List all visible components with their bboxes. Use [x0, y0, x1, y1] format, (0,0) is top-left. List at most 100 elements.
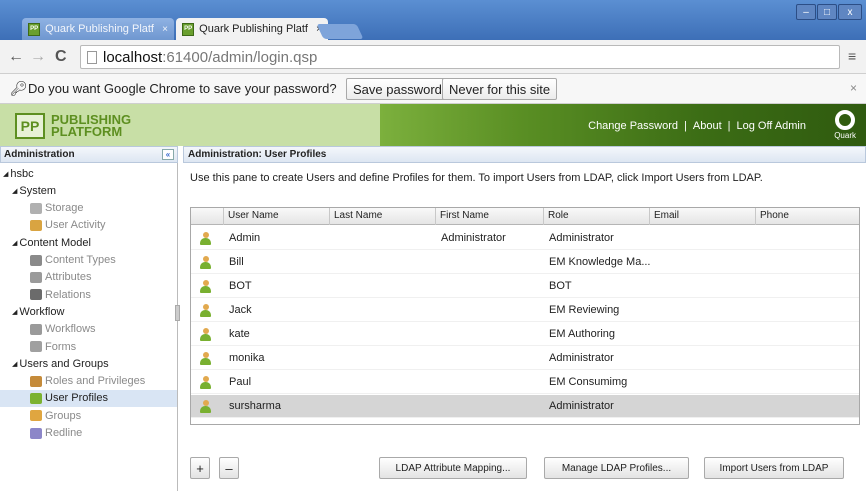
tree-item-user-profiles[interactable]: User Profiles [0, 389, 177, 407]
close-infobar-icon[interactable]: × [850, 81, 857, 95]
tree-item-content-model[interactable]: ◢ Content Model [0, 234, 177, 251]
close-tab-icon[interactable]: × [162, 24, 168, 35]
column-header-phone[interactable]: Phone [755, 208, 859, 225]
user-icon [200, 232, 211, 245]
log-off-link[interactable]: Log Off Admin [736, 120, 806, 132]
tree-item-label: System [19, 184, 57, 197]
tree-item-workflows[interactable]: Workflows [0, 321, 177, 338]
cell-user: Admin [229, 232, 261, 244]
cell-phone [757, 371, 861, 394]
cell-last [331, 227, 437, 250]
tree-item-label: Storage [45, 202, 84, 215]
column-header-email[interactable]: Email [649, 208, 755, 225]
menu-icon[interactable]: ≡ [848, 48, 856, 64]
new-tab-button[interactable] [316, 24, 364, 39]
tree-item-hsbc[interactable]: ◢ hsbc [0, 165, 177, 182]
roles-icon [30, 375, 42, 387]
forward-arrow-icon[interactable]: → [30, 48, 46, 66]
link-separator: | [727, 120, 731, 132]
close-window-button[interactable]: x [838, 4, 862, 20]
expand-arrow-icon[interactable]: ◢ [12, 308, 17, 316]
tree-item-users-and-groups[interactable]: ◢ Users and Groups [0, 355, 177, 372]
table-row[interactable]: kate EM Authoring [191, 323, 859, 346]
tree-item-attributes[interactable]: Attributes [0, 269, 177, 286]
cell-user: BOT [229, 280, 252, 292]
table-row[interactable]: sursharma Administrator [191, 395, 859, 418]
tab-title: Quark Publishing Platform [199, 23, 308, 35]
cell-last [331, 299, 437, 322]
column-header-role[interactable]: Role [543, 208, 649, 225]
back-arrow-icon[interactable]: ← [8, 48, 24, 66]
minimize-button[interactable]: – [796, 4, 816, 20]
tree-item-roles-and-privileges[interactable]: Roles and Privileges [0, 373, 177, 390]
column-header-first-name[interactable]: First Name [435, 208, 543, 225]
cell-last [331, 323, 437, 346]
column-header-user-name[interactable]: User Name [223, 208, 329, 225]
cell-phone [757, 395, 861, 418]
never-for-site-button[interactable]: Never for this site [442, 78, 558, 100]
tree-item-label: Workflows [45, 323, 96, 336]
cell-email [651, 251, 757, 274]
tab-favicon-icon: PP [28, 22, 41, 36]
remove-user-button[interactable]: – [219, 457, 239, 479]
ldap-attribute-mapping-button[interactable]: LDAP Attribute Mapping... [379, 457, 527, 479]
about-link[interactable]: About [693, 120, 722, 132]
collapse-panel-icon[interactable]: « [162, 149, 174, 160]
key-icon: 🔑︎ [10, 80, 28, 96]
tree-item-content-types[interactable]: Content Types [0, 252, 177, 269]
reload-icon[interactable]: C [55, 48, 67, 66]
cell-last [331, 371, 437, 394]
tree-item-storage[interactable]: Storage [0, 200, 177, 217]
tree-item-groups[interactable]: Groups [0, 407, 177, 424]
expand-arrow-icon[interactable]: ◢ [12, 239, 17, 247]
cell-first [437, 371, 545, 394]
table-row[interactable]: Jack EM Reviewing [191, 299, 859, 322]
storage-icon [30, 202, 42, 214]
user-icon [200, 400, 211, 413]
tree-item-redline[interactable]: Redline [0, 425, 177, 442]
user-activity-icon [30, 219, 42, 231]
tree-item-relations[interactable]: Relations [0, 286, 177, 303]
table-row[interactable]: BOT BOT [191, 275, 859, 298]
tree-item-label: User Profiles [45, 392, 108, 405]
user-icon [200, 280, 211, 293]
manage-ldap-profiles-button[interactable]: Manage LDAP Profiles... [544, 457, 689, 479]
tree-item-forms[interactable]: Forms [0, 338, 177, 355]
change-password-link[interactable]: Change Password [588, 120, 678, 132]
add-user-button[interactable]: + [190, 457, 210, 479]
column-header-last-name[interactable]: Last Name [329, 208, 435, 225]
save-password-button[interactable]: Save password [346, 78, 449, 100]
cell-user: Jack [229, 304, 252, 316]
cell-phone [757, 251, 861, 274]
relations-icon [30, 289, 42, 301]
cell-user: kate [229, 328, 250, 340]
cell-first [437, 251, 545, 274]
logo-line-2: PLATFORM [51, 124, 123, 139]
maximize-button[interactable]: □ [817, 4, 837, 20]
table-row[interactable]: Bill EM Knowledge Ma... [191, 251, 859, 274]
cell-last [331, 347, 437, 370]
cell-first [437, 323, 545, 346]
cell-user: Paul [229, 376, 252, 388]
expand-arrow-icon[interactable]: ◢ [12, 187, 17, 195]
tree-item-system[interactable]: ◢ System [0, 182, 177, 199]
address-bar[interactable]: localhost:61400/admin/login.qsp [80, 45, 840, 69]
cell-first [437, 299, 545, 322]
expand-arrow-icon[interactable]: ◢ [3, 170, 8, 178]
tree-item-user-activity[interactable]: User Activity [0, 217, 177, 234]
import-users-ldap-button[interactable]: Import Users from LDAP [704, 457, 844, 479]
browser-tab-2[interactable]: PP Quark Publishing Platform × [176, 18, 328, 40]
table-row[interactable]: Paul EM Consumimg [191, 371, 859, 394]
expand-arrow-icon[interactable]: ◢ [12, 360, 17, 368]
user-profiles-icon [30, 392, 42, 404]
cell-email [651, 323, 757, 346]
tab-favicon-icon: PP [182, 22, 195, 36]
cell-user: Bill [229, 256, 244, 268]
table-row[interactable]: monika Administrator [191, 347, 859, 370]
table-row[interactable]: Admin Administrator Administrator [191, 227, 859, 250]
tree-item-workflow[interactable]: ◢ Workflow [0, 303, 177, 320]
browser-tab-1[interactable]: PP Quark Publishing Platform × [22, 18, 174, 40]
tree-item-label: Users and Groups [19, 357, 109, 370]
splitter-handle[interactable] [175, 305, 180, 321]
tree-item-label: User Activity [45, 219, 106, 232]
